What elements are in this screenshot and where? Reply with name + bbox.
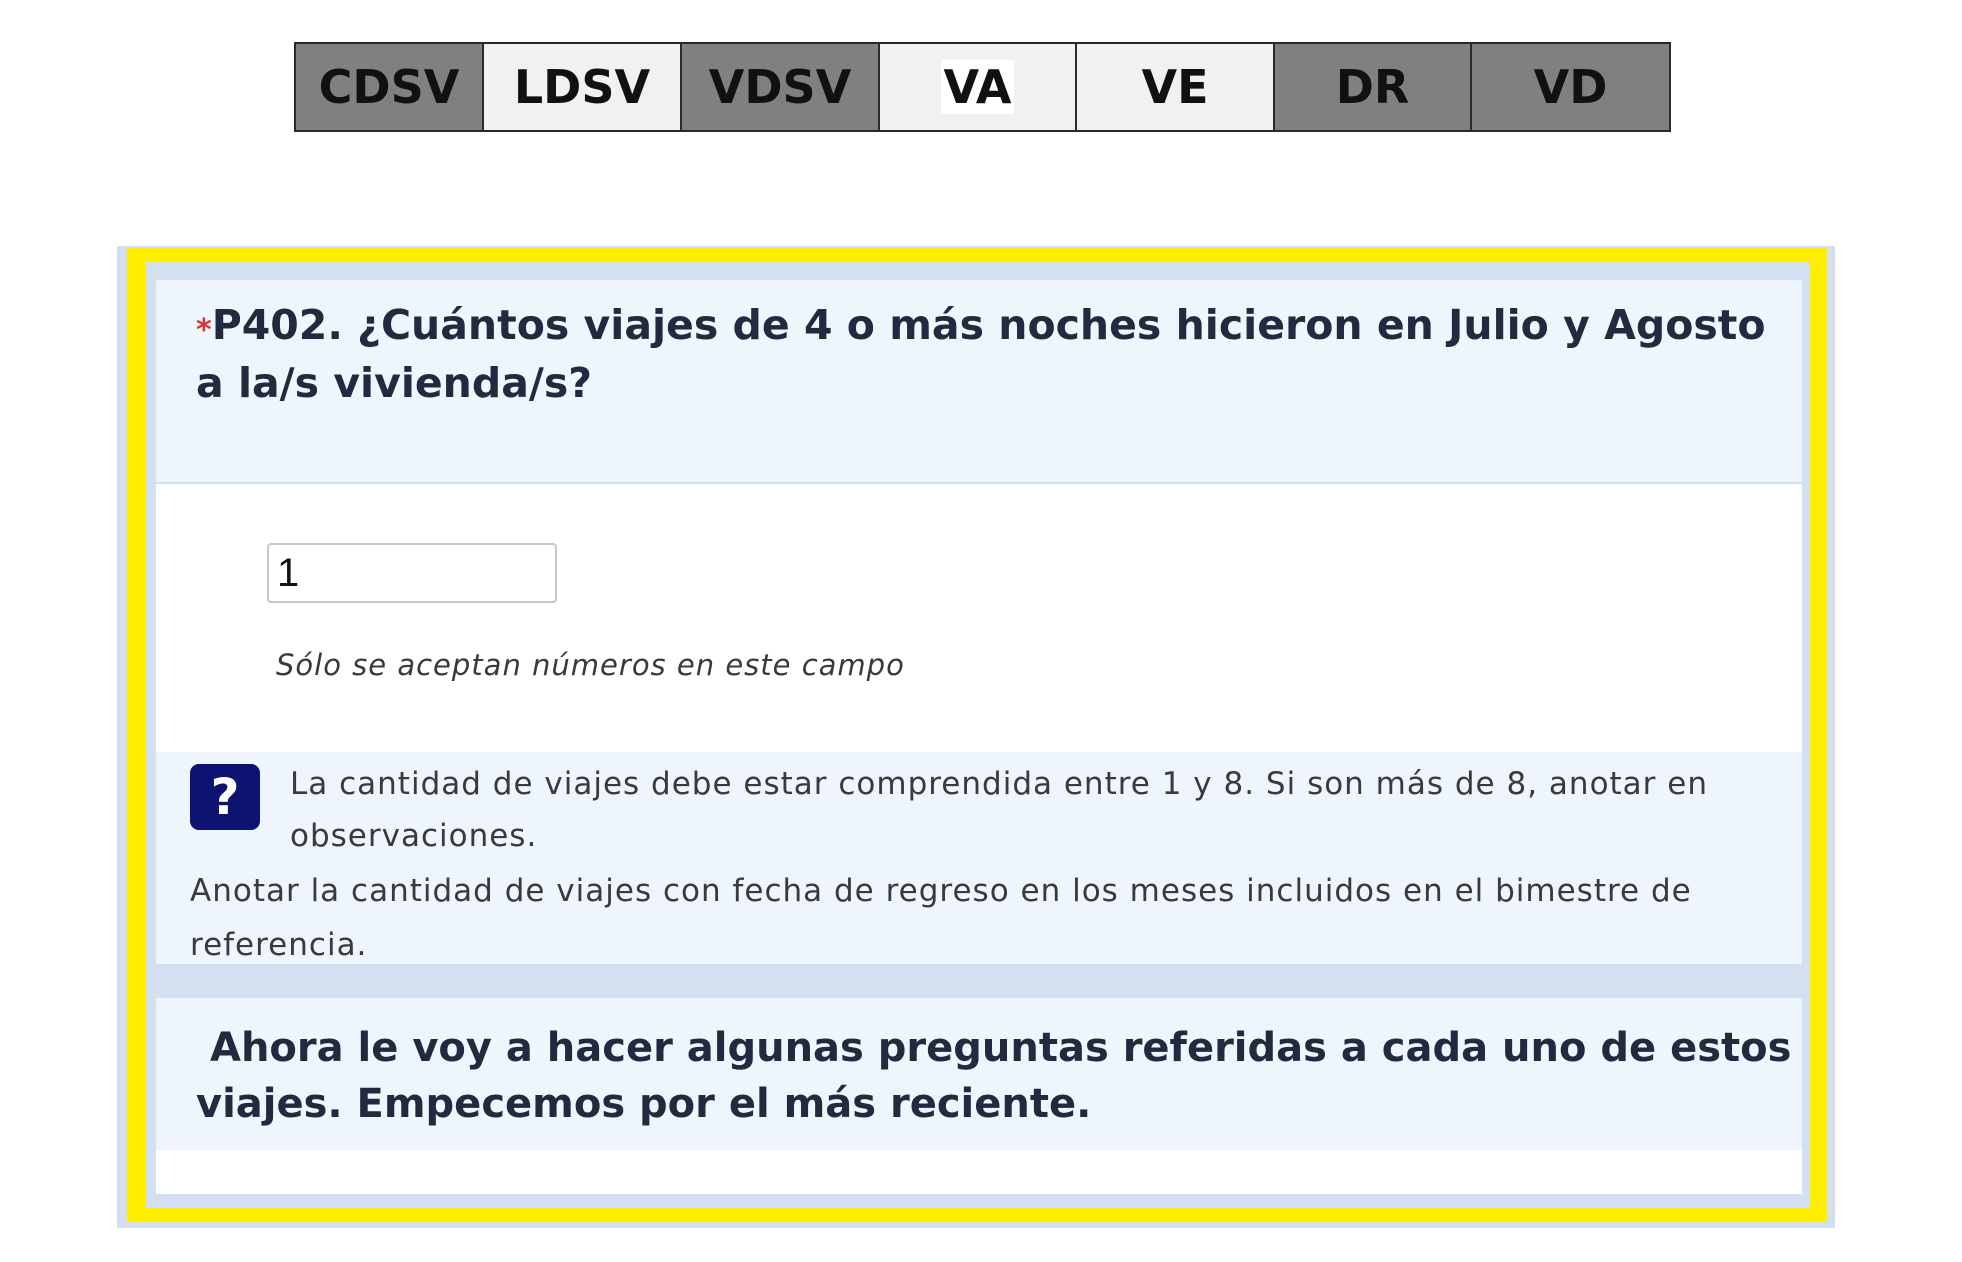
tab-label: VD [1533, 60, 1608, 114]
bottom-spacer [156, 1150, 1802, 1194]
tab-va[interactable]: VA [880, 44, 1077, 130]
tab-label: LDSV [513, 60, 651, 114]
tab-ve[interactable]: VE [1077, 44, 1275, 130]
help-text-range: La cantidad de viajes debe estar compren… [290, 766, 1708, 854]
answer-area [156, 484, 1802, 752]
tab-label: DR [1335, 60, 1410, 114]
required-marker: * [196, 313, 212, 348]
tab-dr[interactable]: DR [1275, 44, 1472, 130]
tab-cdsv[interactable]: CDSV [296, 44, 484, 130]
tab-vd[interactable]: VD [1472, 44, 1669, 130]
trip-count-input[interactable] [267, 543, 557, 603]
help-text-instructions: Anotar la cantidad de viajes con fecha d… [190, 873, 1692, 963]
help-question-icon[interactable]: ? [190, 764, 260, 830]
section-divider [156, 964, 1802, 998]
tab-label: VDSV [708, 60, 852, 114]
tab-label: VA [941, 60, 1014, 114]
help-icon-glyph: ? [210, 768, 240, 826]
question-text: P402. ¿Cuántos viajes de 4 o más noches … [196, 301, 1766, 407]
question-title: *P402. ¿Cuántos viajes de 4 o más noches… [196, 296, 1776, 412]
section-tabs: CDSV LDSV VDSV VA VE DR VD [294, 42, 1671, 132]
intro-text: Ahora le voy a hacer algunas preguntas r… [196, 1025, 1792, 1127]
tab-ldsv[interactable]: LDSV [484, 44, 682, 130]
tab-vdsv[interactable]: VDSV [682, 44, 880, 130]
tab-label: VE [1141, 60, 1209, 114]
tab-label: CDSV [318, 60, 460, 114]
validation-hint: Sólo se aceptan números en este campo [276, 648, 905, 682]
